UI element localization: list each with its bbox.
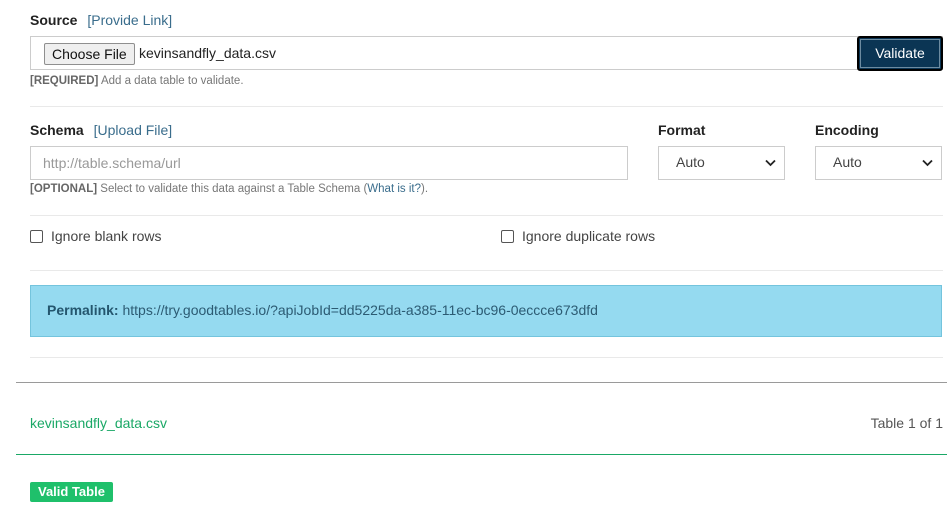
upload-file-toggle[interactable]: [Upload File] bbox=[94, 122, 173, 138]
encoding-select[interactable]: Auto bbox=[815, 146, 942, 180]
schema-help-message: Select to validate this data against a T… bbox=[100, 183, 368, 195]
checkbox-icon[interactable] bbox=[501, 230, 514, 243]
divider bbox=[30, 215, 943, 216]
divider bbox=[30, 106, 943, 107]
schema-label-row: Schema [Upload File] bbox=[30, 122, 172, 138]
ignore-duplicate-rows-label: Ignore duplicate rows bbox=[522, 228, 656, 244]
divider bbox=[30, 357, 943, 358]
schema-url-input[interactable]: http://table.schema/url bbox=[30, 146, 628, 180]
encoding-label: Encoding bbox=[815, 122, 879, 138]
permalink-url[interactable]: https://try.goodtables.io/?apiJobId=dd52… bbox=[122, 302, 597, 318]
permalink-alert: Permalink: https://try.goodtables.io/?ap… bbox=[30, 285, 942, 337]
optional-tag: [OPTIONAL] bbox=[30, 183, 98, 195]
section-divider bbox=[16, 382, 947, 383]
ignore-blank-rows-label: Ignore blank rows bbox=[51, 228, 162, 244]
table-count: Table 1 of 1 bbox=[870, 415, 943, 431]
checkbox-icon[interactable] bbox=[30, 230, 43, 243]
selected-file-name: kevinsandfly_data.csv bbox=[139, 45, 276, 61]
ignore-duplicate-rows-checkbox[interactable]: Ignore duplicate rows bbox=[501, 228, 655, 244]
result-divider bbox=[16, 454, 947, 455]
source-help-message: Add a data table to validate. bbox=[100, 75, 244, 87]
source-file-input[interactable]: Choose File kevinsandfly_data.csv bbox=[30, 36, 943, 70]
format-label-row: Format bbox=[658, 122, 705, 138]
source-label-row: Source [Provide Link] bbox=[30, 12, 172, 28]
encoding-label-row: Encoding bbox=[815, 122, 879, 138]
format-selected-value: Auto bbox=[676, 154, 705, 170]
schema-help-text: [OPTIONAL] Select to validate this data … bbox=[30, 183, 428, 195]
source-help-text: [REQUIRED] Add a data table to validate. bbox=[30, 75, 244, 87]
schema-help-end: ). bbox=[420, 183, 429, 195]
result-file-name[interactable]: kevinsandfly_data.csv bbox=[30, 415, 167, 431]
ignore-blank-rows-checkbox[interactable]: Ignore blank rows bbox=[30, 228, 162, 244]
format-label: Format bbox=[658, 122, 706, 138]
format-select[interactable]: Auto bbox=[658, 146, 785, 180]
permalink-label: Permalink: bbox=[47, 302, 119, 318]
status-badge: Valid Table bbox=[30, 482, 113, 502]
what-is-it-link[interactable]: What is it? bbox=[367, 183, 421, 195]
validate-button[interactable]: Validate bbox=[857, 36, 943, 71]
chevron-down-icon bbox=[765, 147, 776, 167]
divider bbox=[30, 270, 943, 271]
choose-file-button[interactable]: Choose File bbox=[44, 43, 135, 65]
validation-form: Source [Provide Link] Choose File kevins… bbox=[0, 0, 947, 513]
chevron-down-icon bbox=[922, 147, 933, 167]
required-tag: [REQUIRED] bbox=[30, 75, 99, 87]
provide-link-toggle[interactable]: [Provide Link] bbox=[87, 12, 172, 28]
schema-label: Schema bbox=[30, 122, 84, 138]
encoding-selected-value: Auto bbox=[833, 154, 862, 170]
source-label: Source bbox=[30, 12, 78, 28]
